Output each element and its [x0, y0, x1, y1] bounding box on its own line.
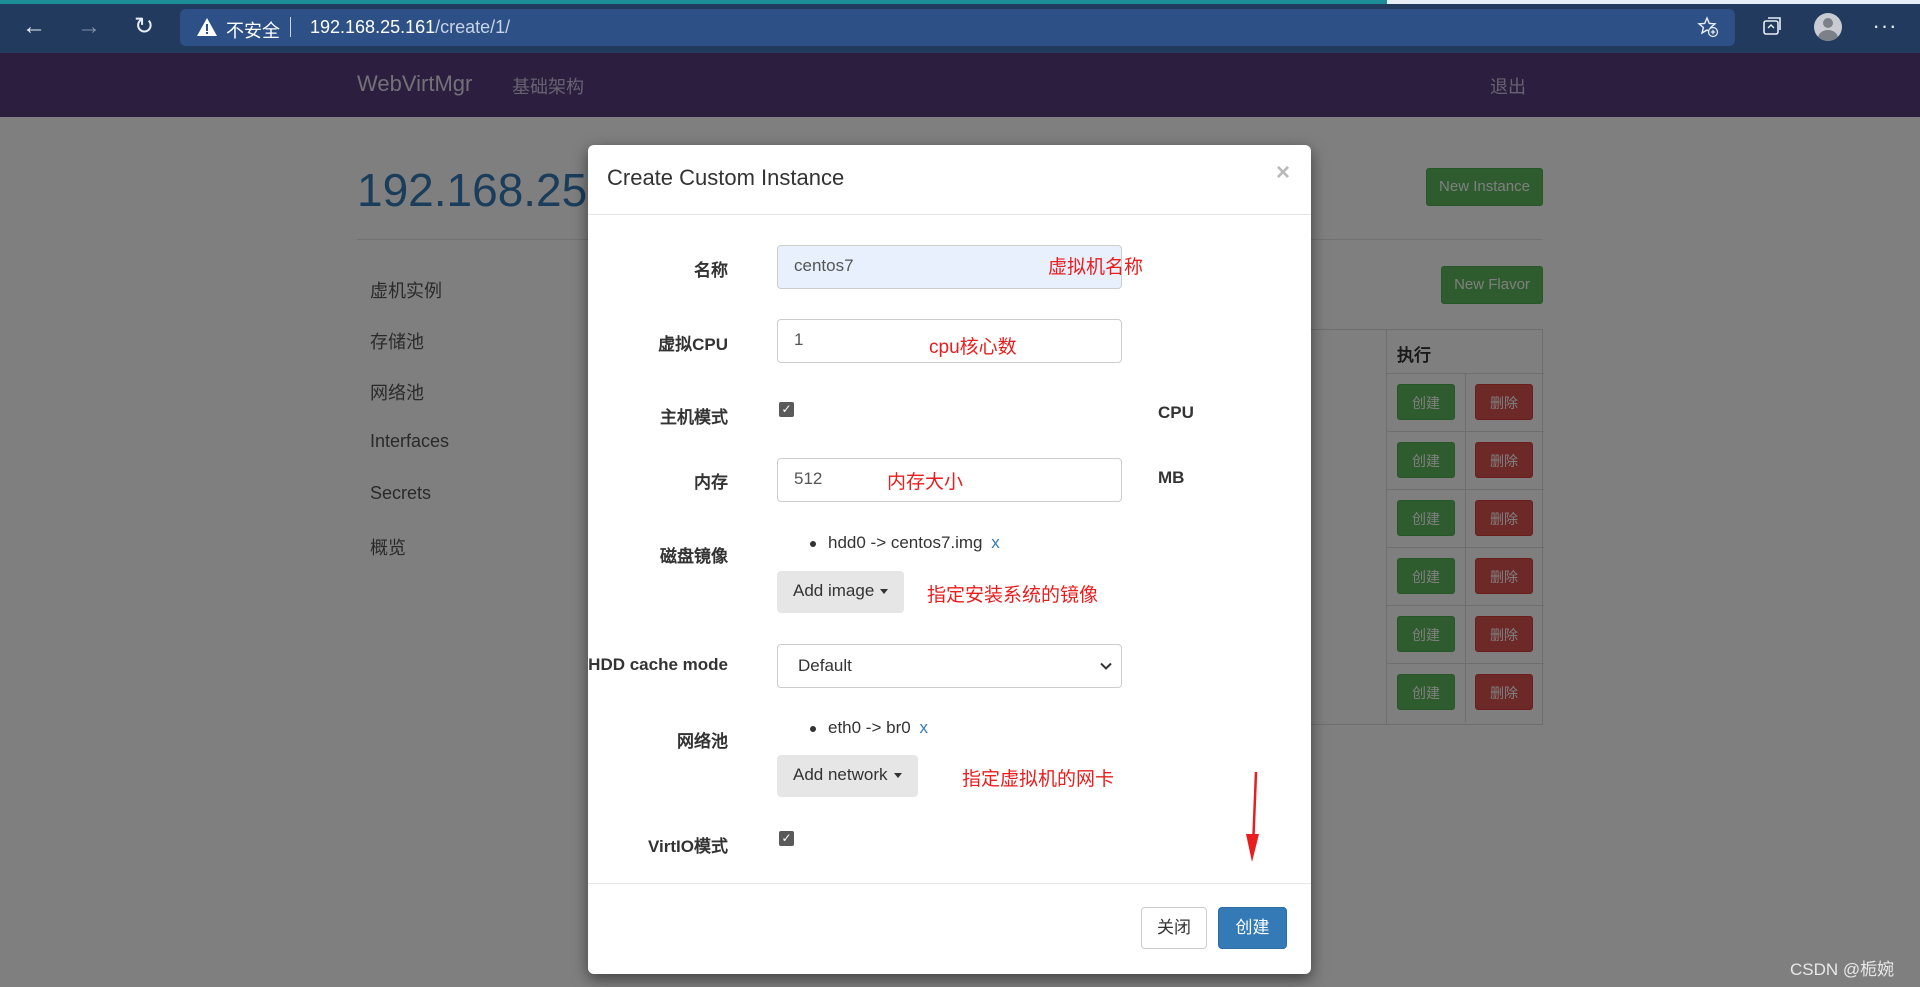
modal-footer-divider — [588, 883, 1311, 884]
annotation-name-hint: 虚拟机名称 — [1048, 257, 1144, 278]
create-instance-modal: Create Custom Instance × 名称 centos7 虚拟CP… — [588, 145, 1311, 974]
host-mode-label: 主机模式 — [660, 408, 728, 427]
annotation-image-hint: 指定安装系统的镜像 — [927, 585, 1099, 606]
url-host: 192.168.25.161 — [310, 17, 436, 37]
bullet — [810, 540, 816, 547]
virtio-checkbox[interactable]: ✓ — [779, 831, 794, 846]
add-network-label: Add network — [793, 765, 888, 784]
forward-arrow-icon[interactable]: → — [73, 11, 105, 43]
disk-image-item-text: hdd0 -> centos7.img — [828, 533, 983, 552]
favorites-star-icon[interactable] — [1697, 16, 1719, 38]
host-mode-checkbox[interactable]: ✓ — [779, 402, 794, 417]
network-item-text: eth0 -> br0 — [828, 718, 911, 737]
create-button[interactable]: 创建 — [1218, 907, 1287, 949]
app-page: WebVirtMgr 基础架构 退出 192.168.25. 虚机实例 存储池 … — [0, 53, 1920, 987]
tab-strip — [0, 0, 1920, 4]
close-icon[interactable]: × — [1276, 159, 1290, 187]
network-list-item: eth0 -> br0 x — [810, 718, 928, 738]
remove-disk-link[interactable]: x — [991, 533, 1000, 552]
hdd-cache-select[interactable]: Default — [777, 644, 1122, 688]
chevron-down-icon — [1100, 662, 1112, 670]
network-label: 网络池 — [677, 732, 728, 751]
more-menu-icon[interactable]: ··· — [1870, 11, 1900, 41]
host-mode-suffix: CPU — [1158, 403, 1194, 422]
name-label: 名称 — [694, 261, 728, 280]
add-image-button[interactable]: Add image — [777, 571, 905, 613]
warning-icon — [197, 18, 217, 36]
annotation-cpu-hint: cpu核心数 — [929, 337, 1017, 358]
hdd-cache-label: HDD cache mode — [588, 655, 728, 674]
annotation-memory-hint: 内存大小 — [887, 472, 964, 493]
disk-image-list-item: hdd0 -> centos7.img x — [810, 533, 1000, 553]
profile-avatar-icon[interactable] — [1814, 13, 1842, 41]
address-bar[interactable]: 不安全 192.168.25.161/create/1/ — [180, 9, 1735, 46]
add-network-button[interactable]: Add network — [777, 755, 918, 797]
vcpu-label: 虚拟CPU — [658, 335, 728, 354]
annotation-network-hint: 指定虚拟机的网卡 — [962, 769, 1115, 790]
url-path: /create/1/ — [435, 17, 511, 37]
watermark: CSDN @栀婉 — [1790, 960, 1895, 979]
modal-title: Create Custom Instance — [607, 165, 845, 190]
close-button[interactable]: 关闭 — [1141, 907, 1207, 949]
add-image-label: Add image — [793, 581, 875, 600]
modal-header: Create Custom Instance × — [588, 145, 1311, 215]
url-text[interactable]: 192.168.25.161/create/1/ — [310, 17, 510, 38]
hdd-cache-value: Default — [798, 656, 852, 675]
memory-unit: MB — [1158, 468, 1185, 487]
insecure-label: 不安全 — [226, 21, 280, 41]
memory-label: 内存 — [694, 473, 728, 492]
refresh-icon[interactable]: ↻ — [128, 11, 160, 43]
collections-icon[interactable] — [1757, 12, 1787, 42]
tab-strip-right — [1387, 0, 1920, 4]
browser-chrome: ← → ↻ 不安全 192.168.25.161/create/1/ ··· — [0, 0, 1920, 53]
disk-image-label: 磁盘镜像 — [660, 547, 728, 566]
caret-down-icon — [893, 773, 902, 779]
remove-network-link[interactable]: x — [919, 718, 928, 737]
back-arrow-icon[interactable]: ← — [18, 11, 50, 43]
url-separator — [290, 17, 291, 37]
caret-down-icon — [880, 589, 889, 595]
bullet — [810, 725, 816, 732]
virtio-label: VirtIO模式 — [648, 837, 728, 856]
